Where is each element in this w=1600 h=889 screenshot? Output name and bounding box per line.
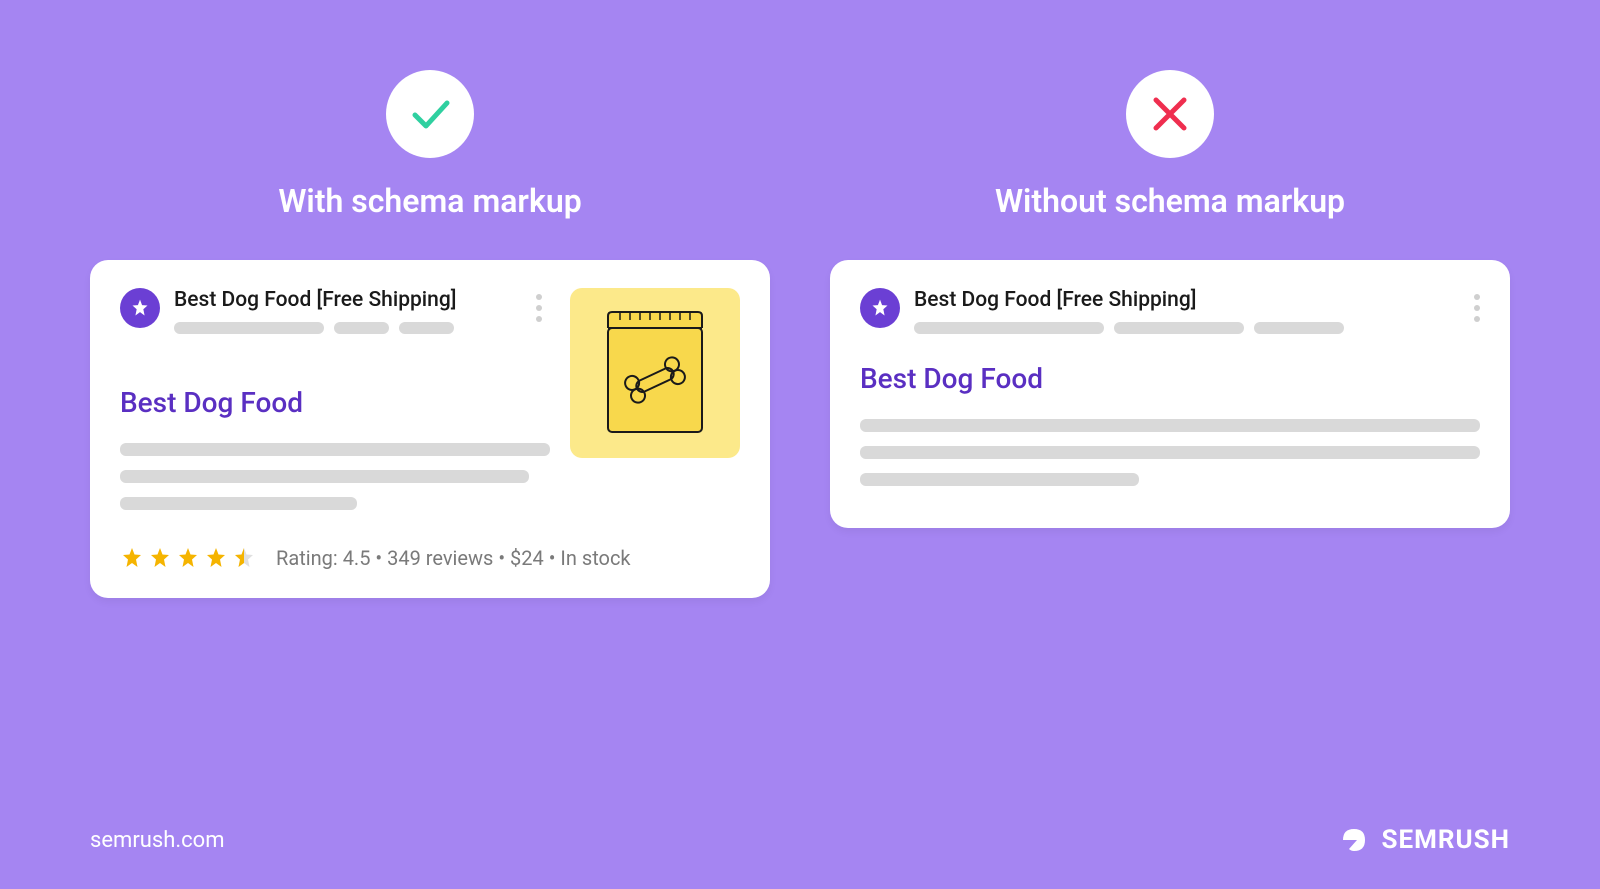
desc-line <box>860 419 1480 432</box>
more-icon <box>1474 288 1480 322</box>
star-icon <box>120 546 144 570</box>
semrush-flame-icon <box>1337 823 1371 857</box>
dog-food-bag-icon <box>600 308 710 438</box>
breadcrumb-placeholder <box>914 322 1454 334</box>
heading-with-schema: With schema markup <box>278 182 581 220</box>
star-icon <box>148 546 172 570</box>
desc-line <box>120 443 550 456</box>
result-link-title: Best Dog Food <box>120 386 550 419</box>
desc-line <box>120 497 357 510</box>
star-icon <box>204 546 228 570</box>
cross-icon <box>1148 92 1192 136</box>
favicon-icon <box>860 288 900 328</box>
cross-badge <box>1126 70 1214 158</box>
more-icon <box>536 288 542 322</box>
star-icon <box>176 546 200 570</box>
star-icon <box>870 298 890 318</box>
heading-without-schema: Without schema markup <box>995 182 1345 220</box>
brand-logo: SEMRUSH <box>1337 823 1510 857</box>
desc-line <box>860 473 1139 486</box>
product-thumbnail <box>570 288 740 458</box>
rating-row: Rating: 4.5 • 349 reviews • $24 • In sto… <box>120 546 740 570</box>
result-link-title: Best Dog Food <box>860 362 1480 395</box>
desc-line <box>120 470 529 483</box>
column-with-schema: With schema markup Best Dog Food [Free S… <box>90 70 770 598</box>
rating-text: Rating: 4.5 • 349 reviews • $24 • In sto… <box>276 546 631 570</box>
serp-card-with-schema: Best Dog Food [Free Shipping] <box>90 260 770 598</box>
comparison-columns: With schema markup Best Dog Food [Free S… <box>0 0 1600 598</box>
desc-line <box>860 446 1480 459</box>
footer-url: semrush.com <box>90 828 225 853</box>
brand-name: SEMRUSH <box>1381 825 1510 855</box>
breadcrumb-placeholder <box>174 322 516 334</box>
result-title: Best Dog Food [Free Shipping] <box>174 288 516 312</box>
footer: semrush.com SEMRUSH <box>0 823 1600 857</box>
star-half-icon <box>232 546 256 570</box>
check-icon <box>405 89 455 139</box>
serp-card-without-schema: Best Dog Food [Free Shipping] Best Dog F… <box>830 260 1510 528</box>
column-without-schema: Without schema markup Best Dog Food [Fre… <box>830 70 1510 598</box>
check-badge <box>386 70 474 158</box>
star-rating <box>120 546 256 570</box>
favicon-icon <box>120 288 160 328</box>
result-title: Best Dog Food [Free Shipping] <box>914 288 1454 312</box>
star-icon <box>130 298 150 318</box>
